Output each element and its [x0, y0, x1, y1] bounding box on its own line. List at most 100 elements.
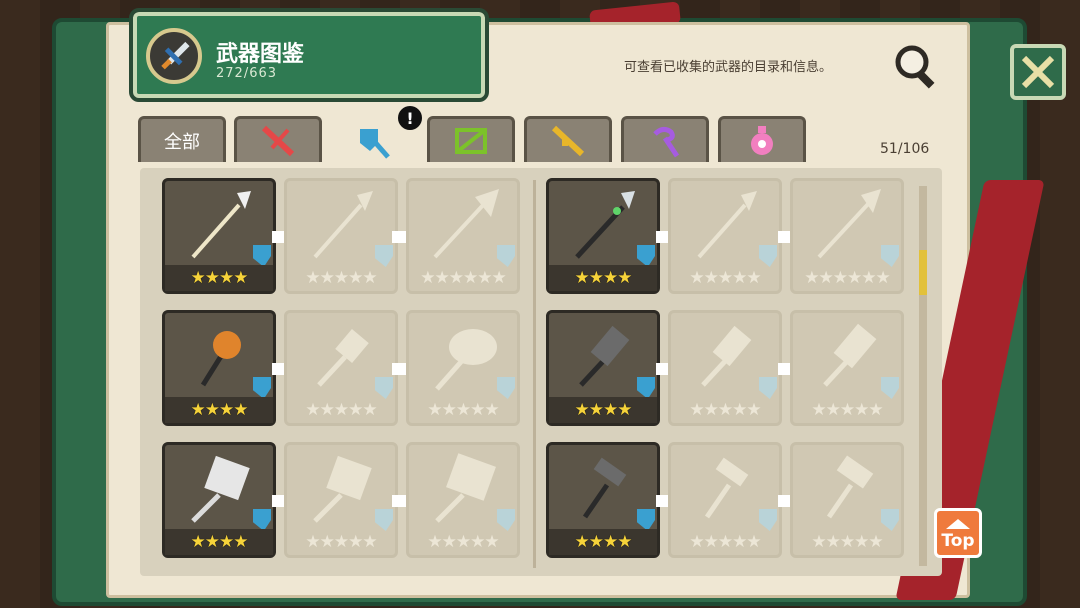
scroll-top-button[interactable]: Top — [934, 508, 982, 558]
spear-locked-icon — [313, 191, 373, 259]
axe-type-icon — [759, 509, 777, 531]
weapon-card-pumpkin-mace[interactable]: ★★★★ — [162, 310, 276, 426]
hammer-locked-icon — [701, 325, 752, 387]
star-rating: ★★★★★ — [689, 532, 761, 552]
spear-icon — [191, 191, 251, 259]
collection-count: 272/663 — [216, 66, 278, 81]
weapon-card-hammer[interactable]: ★★★★ — [546, 310, 660, 426]
star-rating: ★★★★ — [165, 397, 273, 423]
axe-type-icon — [497, 245, 515, 267]
weapon-card-locked[interactable]: ★★★★★ — [284, 178, 398, 294]
hammer-icon — [579, 325, 630, 387]
axe-type-icon — [637, 377, 655, 399]
spear-locked-icon — [697, 191, 757, 259]
star-rating: ★★★★★ — [689, 400, 761, 420]
tab-potion[interactable] — [718, 116, 806, 162]
axe-type-icon — [375, 377, 393, 399]
weapon-card-silver-hammer[interactable]: ★★★★ — [162, 442, 276, 558]
axe-type-icon — [759, 245, 777, 267]
star-rating: ★★★★★ — [811, 400, 883, 420]
axe-type-icon — [253, 509, 271, 531]
page-title: 武器图鉴 — [216, 42, 305, 67]
tab-sword[interactable] — [234, 116, 322, 162]
scrollbar-thumb[interactable] — [919, 250, 927, 295]
page-description: 可查看已收集的武器的目录和信息。 — [624, 60, 833, 75]
weapon-card-locked[interactable]: ★★★★★ — [668, 442, 782, 558]
weapon-card-locked[interactable]: ★★★★★ — [668, 178, 782, 294]
weapon-card-iron-hammer[interactable]: ★★★★ — [546, 442, 660, 558]
weapon-card-locked[interactable]: ★★★★★★ — [790, 178, 904, 294]
potion-icon — [751, 125, 773, 155]
weapon-card-locked[interactable]: ★★★★★ — [284, 310, 398, 426]
star-rating: ★★★★★★ — [804, 268, 890, 288]
weapon-card-jade-spear[interactable]: ★★★★ — [546, 178, 660, 294]
halberd-locked-icon — [433, 189, 499, 259]
axe-type-icon — [759, 377, 777, 399]
silver-hammer-icon — [191, 455, 250, 523]
weapon-card-locked[interactable]: ★★★★★★ — [406, 178, 520, 294]
star-rating: ★★★★ — [165, 529, 273, 555]
cleaver-locked-icon — [317, 328, 369, 387]
staff-icon — [653, 126, 680, 157]
star-rating: ★★★★★ — [427, 400, 499, 420]
arrow-up-icon — [946, 519, 970, 529]
iron-hammer-icon — [582, 457, 627, 519]
axe-type-icon — [253, 377, 271, 399]
weapon-card-locked[interactable]: ★★★★★ — [406, 442, 520, 558]
weapon-card-spear[interactable]: ★★★★ — [162, 178, 276, 294]
hammer-locked-icon — [313, 455, 372, 523]
axe-type-icon — [881, 245, 899, 267]
scroll-top-label: Top — [941, 531, 975, 551]
axe-type-icon — [375, 245, 393, 267]
star-rating: ★★★★★ — [427, 532, 499, 552]
axe-icon — [360, 128, 390, 159]
jade-spear-icon — [575, 191, 635, 259]
tab-gun[interactable] — [524, 116, 612, 162]
weapon-card-locked[interactable]: ★★★★★ — [668, 310, 782, 426]
star-rating: ★★★★★ — [305, 268, 377, 288]
hammer-locked-icon — [823, 323, 877, 387]
battleaxe-locked-icon — [435, 329, 497, 391]
weapon-badge-icon — [146, 28, 202, 84]
tab-bow[interactable] — [427, 116, 515, 162]
weapon-card-locked[interactable]: ★★★★★ — [406, 310, 520, 426]
axe-type-icon — [637, 509, 655, 531]
axe-type-icon — [881, 509, 899, 531]
close-button[interactable] — [1010, 44, 1066, 100]
star-rating: ★★★★ — [549, 397, 657, 423]
hammer-locked-icon — [704, 457, 749, 519]
axe-type-icon — [497, 509, 515, 531]
hammer-locked-icon — [826, 455, 874, 519]
tab-staff[interactable] — [621, 116, 709, 162]
star-rating: ★★★★ — [165, 265, 273, 291]
weapon-card-locked[interactable]: ★★★★★ — [790, 442, 904, 558]
axe-type-icon — [375, 509, 393, 531]
sword-icon — [261, 125, 295, 156]
weapon-card-locked[interactable]: ★★★★★ — [790, 310, 904, 426]
star-rating: ★★★★ — [549, 265, 657, 291]
pumpkin-mace-icon — [200, 331, 241, 387]
spear-locked-icon — [817, 189, 881, 259]
star-rating: ★★★★ — [549, 529, 657, 555]
axe-type-icon — [637, 245, 655, 267]
gun-icon — [551, 125, 585, 156]
column-divider — [533, 180, 536, 568]
tab-alert-badge: ! — [396, 104, 424, 132]
collection-progress: 51/106 — [880, 141, 930, 157]
star-rating: ★★★★★ — [811, 532, 883, 552]
axe-type-icon — [253, 245, 271, 267]
tab-all-label: 全部 — [164, 131, 200, 153]
star-rating: ★★★★★ — [305, 532, 377, 552]
close-icon — [1021, 55, 1055, 89]
axe-type-icon — [881, 377, 899, 399]
axe-type-icon — [497, 377, 515, 399]
star-rating: ★★★★★ — [305, 400, 377, 420]
scrollbar-track[interactable] — [919, 186, 927, 566]
star-rating: ★★★★★ — [689, 268, 761, 288]
hammer-locked-icon — [435, 453, 496, 523]
bow-icon — [455, 127, 487, 154]
weapon-card-locked[interactable]: ★★★★★ — [284, 442, 398, 558]
tab-all[interactable]: 全部 — [138, 116, 226, 162]
magnifier-icon[interactable] — [892, 42, 942, 92]
star-rating: ★★★★★★ — [420, 268, 506, 288]
